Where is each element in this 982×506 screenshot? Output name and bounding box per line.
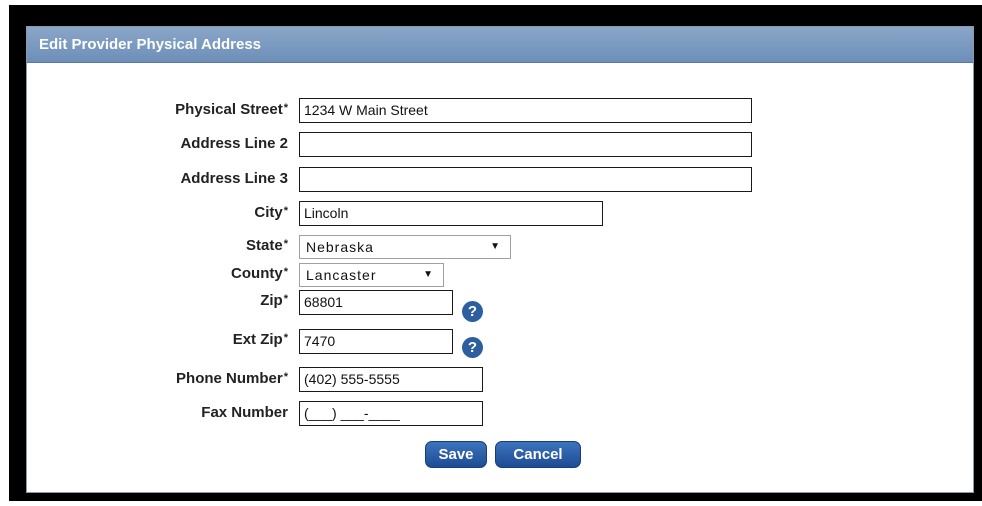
fax-number-label: Fax Number: [201, 404, 288, 421]
ext-zip-label: Ext Zip*: [232, 331, 288, 348]
physical-street-label: Physical Street*: [175, 101, 288, 118]
phone-number-input[interactable]: (402) 555-5555: [299, 367, 483, 392]
state-select-value: Nebraska: [306, 239, 374, 255]
address-line-2-label: Address Line 2: [180, 135, 288, 152]
ext-zip-input[interactable]: 7470: [299, 329, 453, 354]
zip-help-icon[interactable]: ?: [462, 301, 483, 322]
dialog-title: Edit Provider Physical Address: [27, 27, 973, 63]
address-line-3-input[interactable]: [299, 167, 752, 192]
chevron-down-icon: ▼: [423, 269, 433, 280]
fax-number-input[interactable]: (___) ___-____: [299, 401, 483, 426]
phone-number-label: Phone Number*: [176, 370, 288, 387]
county-select-value: Lancaster: [306, 267, 377, 283]
address-line-3-label: Address Line 3: [180, 170, 288, 187]
zip-label: Zip*: [260, 292, 288, 309]
save-button[interactable]: Save: [425, 441, 487, 468]
city-label: City*: [254, 204, 288, 221]
edit-address-dialog: Edit Provider Physical Address Physical …: [26, 26, 974, 493]
state-label: State*: [246, 237, 288, 254]
zip-input[interactable]: 68801: [299, 290, 453, 315]
cancel-button[interactable]: Cancel: [495, 441, 581, 468]
chevron-down-icon: ▼: [490, 241, 500, 252]
city-input[interactable]: Lincoln: [299, 201, 603, 226]
state-select[interactable]: Nebraska ▼: [299, 235, 511, 259]
county-label: County*: [231, 265, 288, 282]
address-line-2-input[interactable]: [299, 132, 752, 157]
county-select[interactable]: Lancaster ▼: [299, 263, 444, 287]
physical-street-input[interactable]: 1234 W Main Street: [299, 98, 752, 123]
ext-zip-help-icon[interactable]: ?: [462, 337, 483, 358]
